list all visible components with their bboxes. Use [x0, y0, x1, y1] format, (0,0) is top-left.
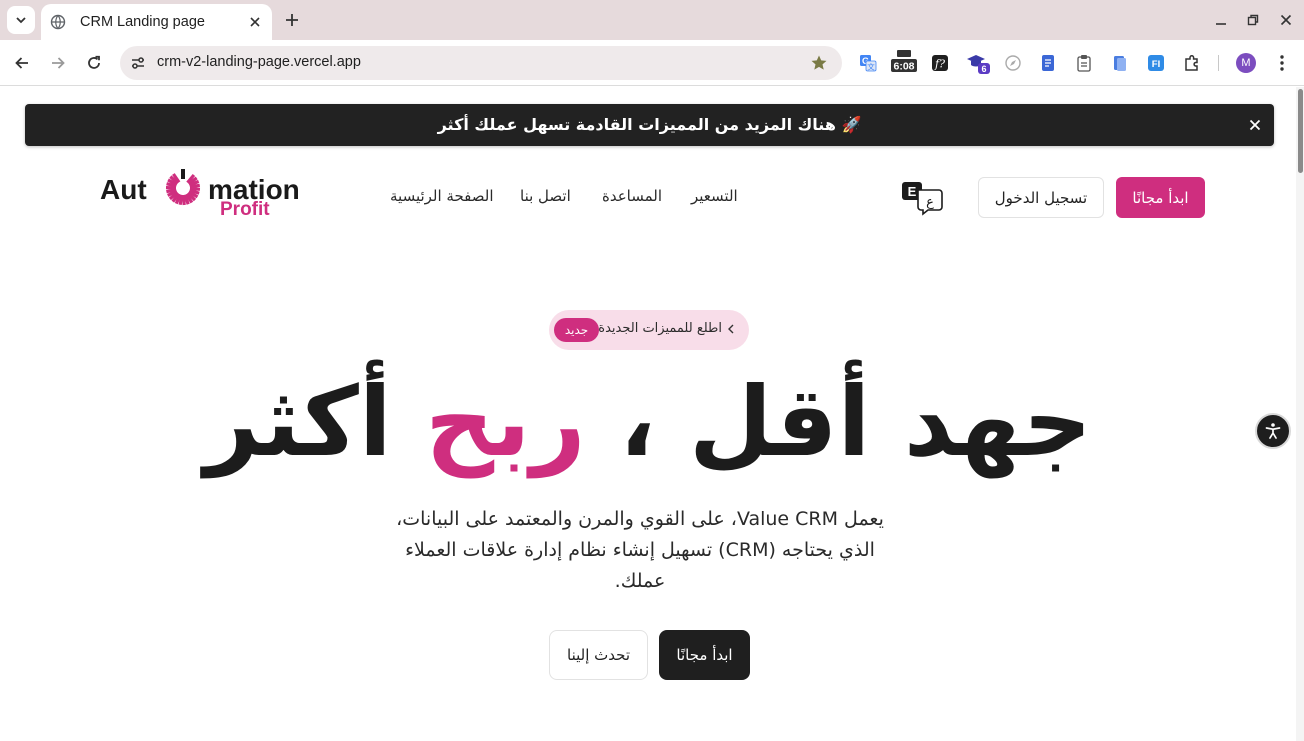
logo-wheel-icon [165, 169, 201, 206]
address-bar[interactable]: crm-v2-landing-page.vercel.app [120, 46, 842, 80]
nav-link-help[interactable]: المساعدة [602, 187, 662, 205]
chevron-down-icon [16, 17, 26, 24]
reload-icon [88, 55, 100, 69]
svg-text:文: 文 [867, 61, 875, 71]
talk-to-us-button[interactable]: تحدث إلينا [549, 630, 648, 680]
globe-icon [49, 13, 67, 31]
accessibility-button[interactable] [1255, 413, 1291, 449]
headline-accent: ربح [425, 366, 586, 478]
timer-extension-icon[interactable]: 6:08 [890, 50, 918, 73]
bookmark-star-icon[interactable] [810, 54, 828, 72]
browser-tab[interactable]: CRM Landing page [41, 4, 272, 40]
timer-badge: 6:08 [893, 61, 914, 73]
language-toggle-latin: E [908, 184, 917, 199]
translate-extension-icon[interactable]: G文 [858, 53, 878, 73]
restore-window-button[interactable] [1243, 10, 1263, 30]
svg-text:FI: FI [1152, 59, 1160, 70]
copy-extension-icon[interactable] [1110, 53, 1130, 73]
tab-search-button[interactable] [7, 6, 35, 34]
plus-icon [286, 14, 298, 26]
compass-extension-icon[interactable] [1003, 53, 1023, 73]
browser-menu-button[interactable] [1272, 53, 1292, 73]
scrollbar-thumb[interactable] [1298, 89, 1303, 173]
extensions-puzzle-icon[interactable] [1182, 53, 1202, 73]
function-extension-icon[interactable]: f? [930, 53, 950, 73]
fi-extension-icon[interactable]: FI [1146, 53, 1166, 73]
start-free-button[interactable]: ابدأ مجانًا [1116, 177, 1205, 218]
forward-button[interactable] [46, 51, 70, 75]
announcement-text: 🚀 هناك المزيد من المميزات القادمة تسهل ع… [437, 115, 862, 134]
arrow-right-icon [52, 57, 65, 69]
logo-word-bottom: Profit [220, 199, 270, 220]
minimize-window-button[interactable] [1211, 10, 1231, 30]
tab-title: CRM Landing page [80, 14, 205, 30]
new-badge: جديد [554, 318, 599, 342]
restore-icon [1247, 14, 1259, 26]
new-features-text: اطلع للمميزات الجديدة [598, 321, 722, 336]
browser-tab-bar: CRM Landing page [0, 0, 1304, 40]
nav-link-home[interactable]: الصفحة الرئيسية [390, 187, 494, 205]
announcement-banner: 🚀 هناك المزيد من المميزات القادمة تسهل ع… [25, 104, 1274, 146]
headline-start: جهد أقل ، [585, 366, 1092, 478]
profile-avatar[interactable]: M [1236, 53, 1256, 73]
close-icon [1280, 14, 1292, 26]
document-extension-icon[interactable] [1038, 53, 1058, 73]
hero-headline: جهد أقل ، ربح أكثر [0, 367, 1296, 477]
new-tab-button[interactable] [280, 8, 304, 32]
site-settings-icon[interactable] [128, 53, 148, 73]
language-toggle-arabic: ع [926, 195, 934, 210]
back-button[interactable] [10, 51, 34, 75]
more-vertical-icon [1280, 55, 1284, 71]
page-viewport: 🚀 هناك المزيد من المميزات القادمة تسهل ع… [0, 87, 1296, 741]
logo-word-left: Aut [100, 174, 147, 205]
graduation-extension-icon[interactable]: 6 [966, 53, 992, 74]
new-features-pill[interactable]: اطلع للمميزات الجديدة جديد [549, 310, 749, 350]
arrow-left-icon [15, 57, 28, 69]
browser-toolbar: crm-v2-landing-page.vercel.app G文 6:08 f… [0, 40, 1304, 86]
reload-button[interactable] [82, 51, 106, 75]
nav-link-pricing[interactable]: التسعير [691, 187, 738, 205]
close-banner-icon[interactable] [1246, 116, 1264, 134]
count-badge: 6 [981, 64, 986, 74]
language-toggle-icon[interactable]: E ع [900, 180, 944, 216]
login-button[interactable]: تسجيل الدخول [978, 177, 1104, 218]
page-scrollbar[interactable] [1296, 87, 1304, 741]
hero-start-free-button[interactable]: ابدأ مجانًا [659, 630, 750, 680]
toolbar-divider [1218, 55, 1219, 71]
chevron-left-icon [724, 322, 738, 336]
minimize-icon [1216, 23, 1226, 25]
brand-logo[interactable]: Aut mation Profit [100, 167, 300, 227]
accessibility-icon [1265, 423, 1281, 439]
headline-end: أكثر [204, 366, 426, 478]
close-tab-icon[interactable] [246, 13, 264, 31]
nav-link-contact[interactable]: اتصل بنا [520, 187, 571, 205]
clipboard-extension-icon[interactable] [1074, 53, 1094, 73]
close-window-button[interactable] [1276, 10, 1296, 30]
hero-description: يعمل Value CRM، على القوي والمرن والمعتم… [396, 508, 884, 592]
svg-text:f?: f? [934, 58, 945, 71]
url-text: crm-v2-landing-page.vercel.app [157, 54, 361, 70]
